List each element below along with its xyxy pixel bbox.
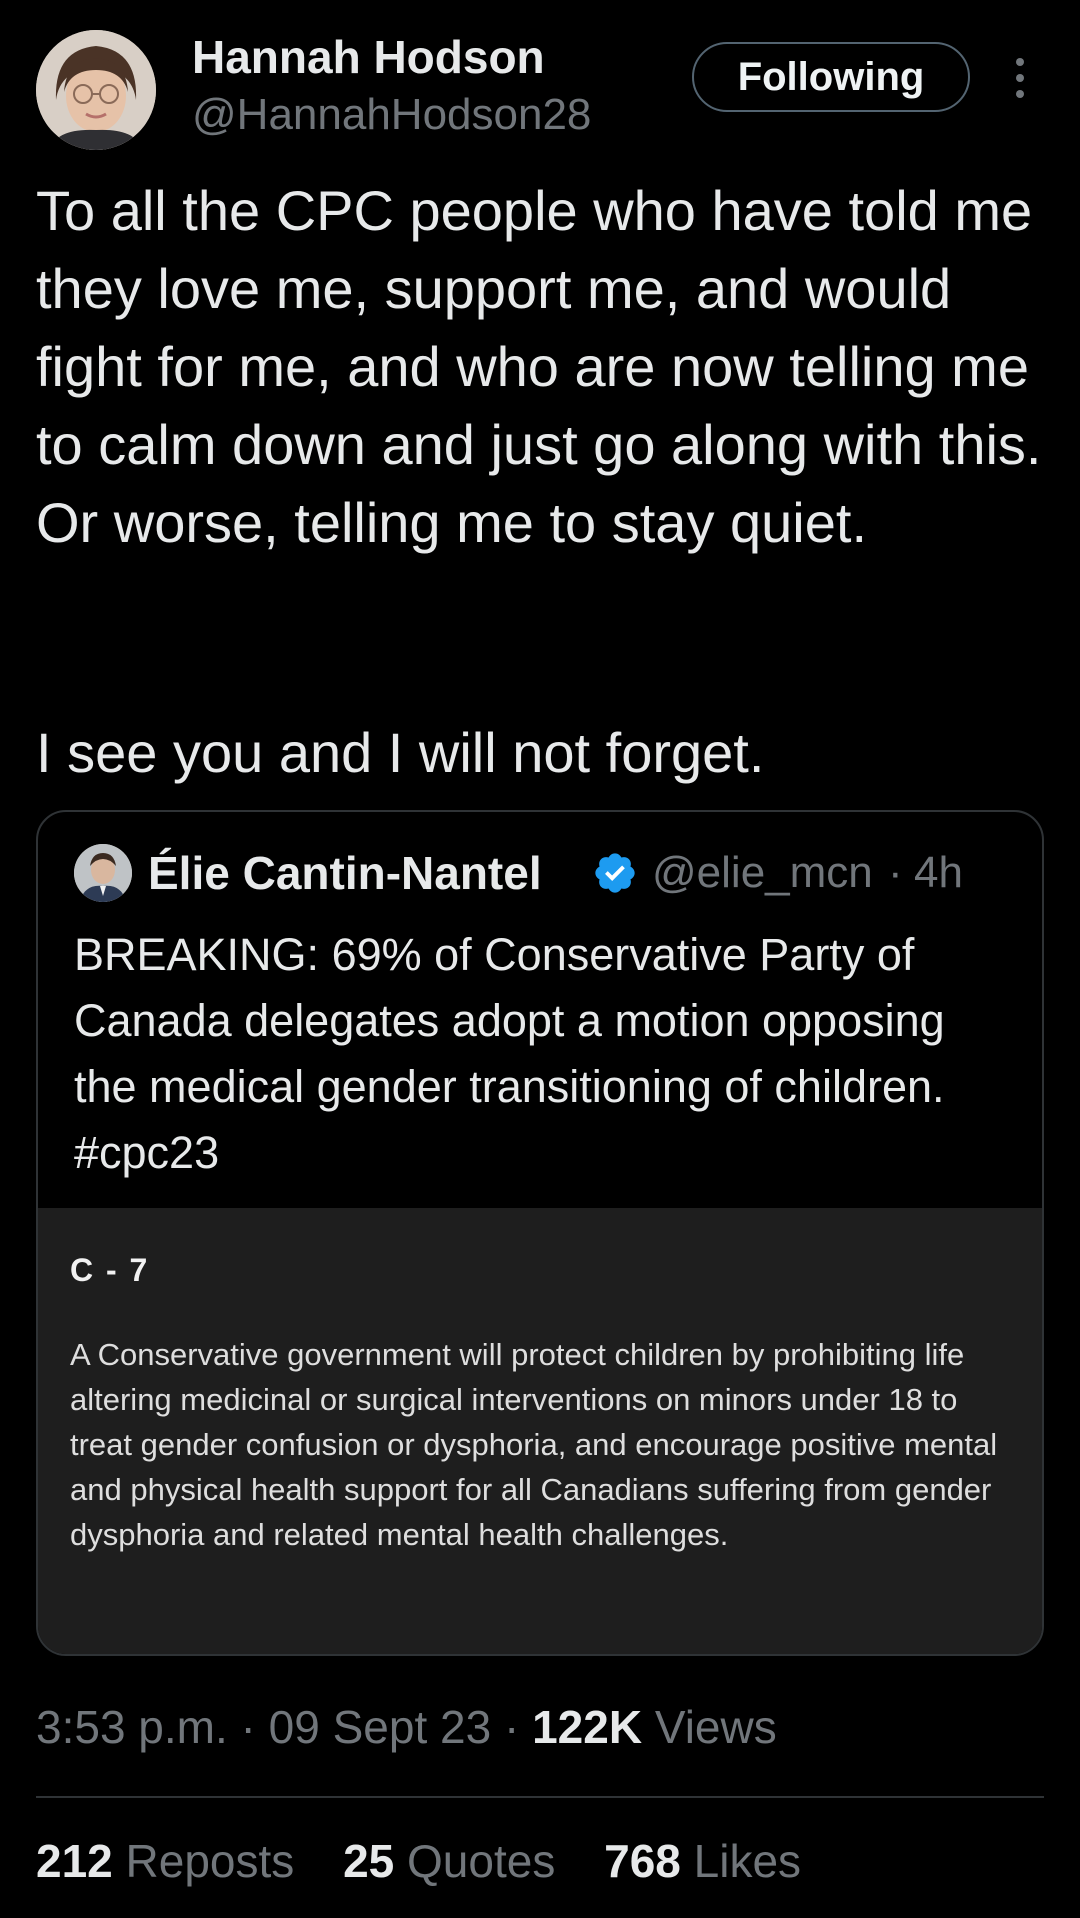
reposts-stat[interactable]: 212 Reposts bbox=[36, 1834, 294, 1888]
author-handle[interactable]: @HannahHodson28 bbox=[192, 90, 591, 140]
meta-separator: · bbox=[227, 1701, 269, 1753]
author-name[interactable]: Hannah Hodson bbox=[192, 30, 545, 84]
vertical-ellipsis-icon[interactable] bbox=[1000, 56, 1040, 100]
quoted-media-image[interactable]: C - 7 A Conservative government will pro… bbox=[38, 1208, 1042, 1654]
views-count: 122K bbox=[532, 1701, 643, 1753]
following-button[interactable]: Following bbox=[692, 42, 970, 112]
quoted-author-handle[interactable]: @elie_mcn bbox=[652, 848, 873, 898]
author-avatar[interactable] bbox=[36, 30, 156, 150]
tweet-text-closing: I see you and I will not forget. bbox=[36, 721, 765, 784]
likes-stat[interactable]: 768 Likes bbox=[604, 1834, 801, 1888]
profile-photo-icon bbox=[36, 30, 156, 150]
engagement-stats: 212 Reposts 25 Quotes 768 Likes bbox=[36, 1834, 837, 1888]
tweet-meta: 3:53 p.m. · 09 Sept 23 · 122K Views bbox=[36, 1700, 777, 1754]
quotes-label: Quotes bbox=[394, 1835, 556, 1887]
media-title: C - 7 bbox=[70, 1252, 150, 1288]
reposts-label: Reposts bbox=[112, 1835, 295, 1887]
quoted-separator: · bbox=[888, 848, 903, 897]
media-body-text: A Conservative government will protect c… bbox=[70, 1337, 998, 1552]
quotes-stat[interactable]: 25 Quotes bbox=[343, 1834, 555, 1888]
views-label: Views bbox=[642, 1701, 777, 1753]
meta-separator: · bbox=[491, 1701, 533, 1753]
tweet-header: Hannah Hodson @HannahHodson28 Following bbox=[0, 0, 1080, 160]
quoted-author-name[interactable]: Élie Cantin-Nantel bbox=[148, 846, 542, 900]
divider bbox=[36, 1796, 1044, 1798]
quoted-author-avatar bbox=[74, 844, 132, 902]
quoted-tweet-card[interactable]: Élie Cantin-Nantel @elie_mcn · 4h BREAKI… bbox=[36, 810, 1044, 1656]
quoted-profile-photo-icon bbox=[74, 844, 132, 902]
quotes-count: 25 bbox=[343, 1835, 395, 1887]
tweet-time[interactable]: 3:53 p.m. bbox=[36, 1701, 228, 1753]
reposts-count: 212 bbox=[36, 1835, 113, 1887]
verified-badge-icon bbox=[595, 853, 635, 893]
tweet-date[interactable]: 09 Sept 23 bbox=[269, 1701, 492, 1753]
tweet-text: To all the CPC people who have told me t… bbox=[36, 179, 1058, 554]
quoted-tweet-text: BREAKING: 69% of Conservative Party of C… bbox=[74, 929, 945, 1178]
likes-count: 768 bbox=[604, 1835, 681, 1887]
quoted-timestamp[interactable]: 4h bbox=[914, 848, 963, 898]
likes-label: Likes bbox=[680, 1835, 802, 1887]
